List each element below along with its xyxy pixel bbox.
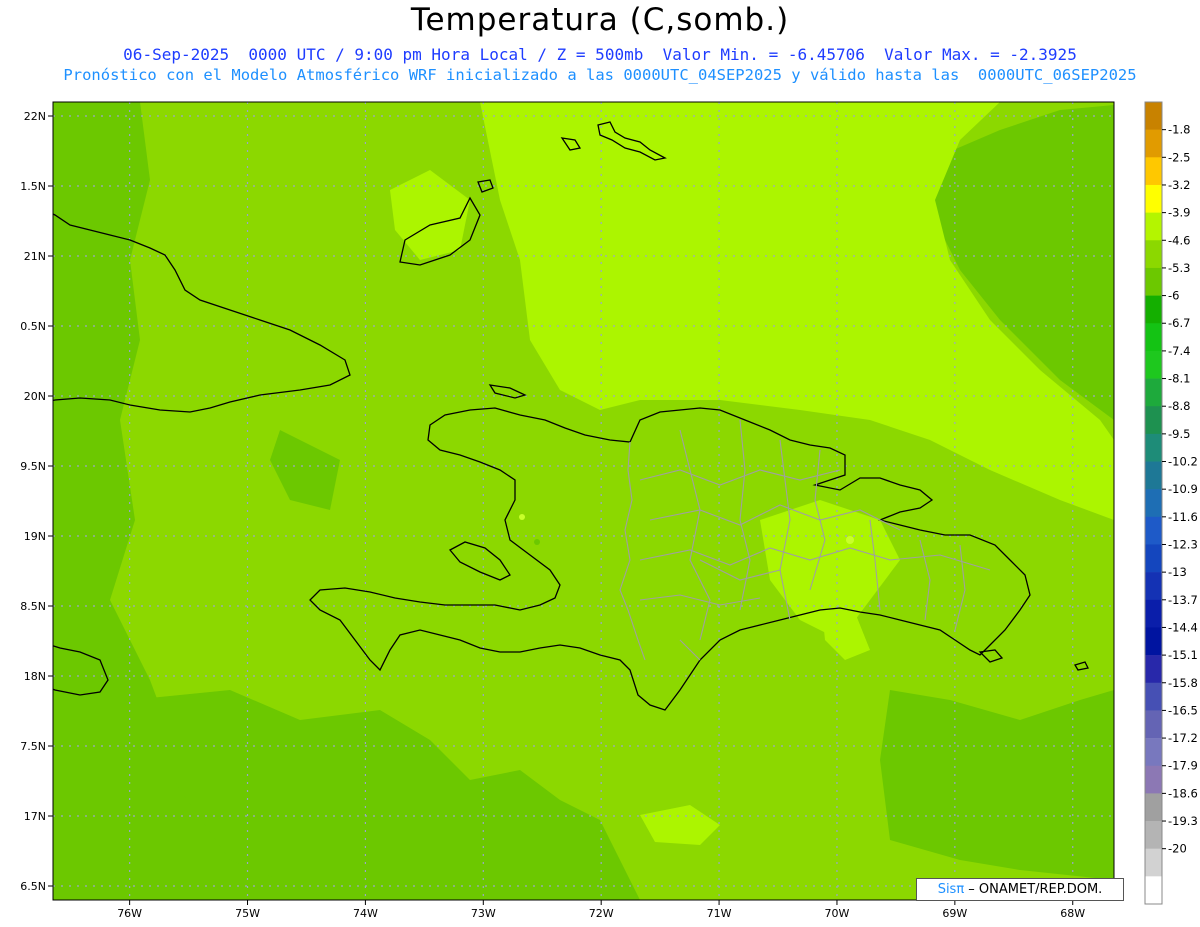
colorbar-label: -14.4 [1168, 620, 1198, 634]
lat-tick-label: 6.5N [20, 880, 46, 893]
colorbar-label: -10.9 [1168, 482, 1198, 496]
colorbar-swatch [1145, 433, 1162, 462]
lat-tick-label: 8.5N [20, 600, 46, 613]
colorbar-label: -3.9 [1168, 206, 1190, 220]
colorbar-swatch [1145, 599, 1162, 628]
lat-tick-label: 19N [24, 530, 46, 543]
colorbar-label: -17.2 [1168, 731, 1198, 745]
colorbar-swatch [1145, 710, 1162, 739]
colorbar-swatch [1145, 378, 1162, 407]
colorbar-label: -20 [1168, 842, 1187, 856]
field-min-spot [534, 539, 540, 545]
colorbar-swatch [1145, 655, 1162, 684]
field-max-spot-1 [846, 536, 854, 544]
colorbar-label: -18.6 [1168, 786, 1198, 800]
colorbar-label: -6.7 [1168, 316, 1190, 330]
lon-tick-label: 74W [353, 907, 378, 920]
latitude-axis: 22N 1.5N 21N 0.5N 20N 9.5N 19N 8.5N 18N 7.5N 17N 6.… [20, 110, 53, 893]
colorbar-label: -6 [1168, 289, 1179, 303]
lon-tick-label: 69W [942, 907, 967, 920]
colorbar-swatch [1145, 682, 1162, 711]
colorbar-label: -16.5 [1168, 703, 1198, 717]
colorbar-swatch [1145, 821, 1162, 849]
colorbar-swatch [1145, 212, 1162, 241]
lon-tick-label: 71W [707, 907, 732, 920]
lon-tick-label: 73W [471, 907, 496, 920]
lon-tick-label: 75W [235, 907, 260, 920]
lat-tick-label: 22N [24, 110, 46, 123]
colorbar-swatch [1145, 295, 1162, 324]
colorbar-swatch [1145, 157, 1162, 186]
colorbar-label: -10.2 [1168, 455, 1198, 469]
colorbar-swatch [1145, 516, 1162, 545]
colorbar-swatch [1145, 184, 1162, 213]
lat-tick-label: 17N [24, 810, 46, 823]
colorbar-label: -9.5 [1168, 427, 1190, 441]
colorbar-swatch [1145, 627, 1162, 656]
colorbar-swatch [1145, 240, 1162, 269]
colorbar-swatch [1145, 765, 1162, 794]
lat-tick-label: 9.5N [20, 460, 46, 473]
colorbar-label: -1.8 [1168, 123, 1190, 137]
lat-tick-label: 1.5N [20, 180, 46, 193]
colorbar-swatch [1145, 572, 1162, 601]
colorbar-swatch [1145, 350, 1162, 379]
colorbar-swatch [1145, 793, 1162, 822]
colorbar-label: -11.6 [1168, 510, 1198, 524]
map-canvas: 76W 75W 74W 73W 72W 71W 70W 69W 68W 22N 1.5N 21N 0.… [20, 101, 1198, 920]
longitude-axis: 76W 75W 74W 73W 72W 71W 70W 69W 68W [117, 900, 1085, 920]
colorbar-swatch [1145, 406, 1162, 435]
lon-tick-label: 70W [825, 907, 850, 920]
colorbar-swatch [1145, 876, 1162, 905]
lat-tick-label: 21N [24, 250, 46, 263]
colorbar-label: -13 [1168, 565, 1187, 579]
shaded-field [53, 102, 1114, 900]
color-scale: -1.8 -2.5 -3.2 -3.9 -4.6 -5.3 -6 -6.7 -7.4 -8.1 -8… [1144, 101, 1198, 905]
colorbar-swatch [1145, 102, 1162, 130]
colorbar-label: -8.8 [1168, 399, 1190, 413]
lat-tick-label: 20N [24, 390, 46, 403]
colorbar-label: -3.2 [1168, 178, 1190, 192]
colorbar-swatch [1145, 323, 1162, 352]
colorbar-label: -2.5 [1168, 150, 1190, 164]
colorbar-label: -8.1 [1168, 372, 1190, 386]
colorbar-swatch [1145, 129, 1162, 158]
colorbar-label: -13.7 [1168, 593, 1198, 607]
lat-tick-label: 7.5N [20, 740, 46, 753]
colorbar-label: -12.3 [1168, 537, 1198, 551]
lon-tick-label: 68W [1060, 907, 1085, 920]
colorbar-label: -7.4 [1168, 344, 1190, 358]
colorbar-label: -17.9 [1168, 759, 1198, 773]
colorbar-swatch [1145, 461, 1162, 490]
colorbar-swatch [1145, 489, 1162, 518]
lat-tick-label: 18N [24, 670, 46, 683]
lat-tick-label: 0.5N [20, 320, 46, 333]
credit-box: Sisπ – ONAMET/REP.DOM. [916, 878, 1124, 901]
lon-tick-label: 76W [117, 907, 142, 920]
sispi-logo: Sisπ [937, 882, 965, 897]
colorbar-label: -15.1 [1168, 648, 1198, 662]
colorbar-label: -5.3 [1168, 261, 1190, 275]
field-max-spot-2 [519, 514, 525, 520]
colorbar-label: -19.3 [1168, 814, 1198, 828]
colorbar-swatch [1145, 848, 1162, 877]
credit-text: – ONAMET/REP.DOM. [964, 882, 1103, 897]
lon-tick-label: 72W [589, 907, 614, 920]
colorbar-swatch [1145, 544, 1162, 573]
colorbar-swatch [1145, 738, 1162, 767]
colorbar-label: -4.6 [1168, 233, 1190, 247]
colorbar-swatch [1145, 267, 1162, 296]
colorbar-label: -15.8 [1168, 676, 1198, 690]
